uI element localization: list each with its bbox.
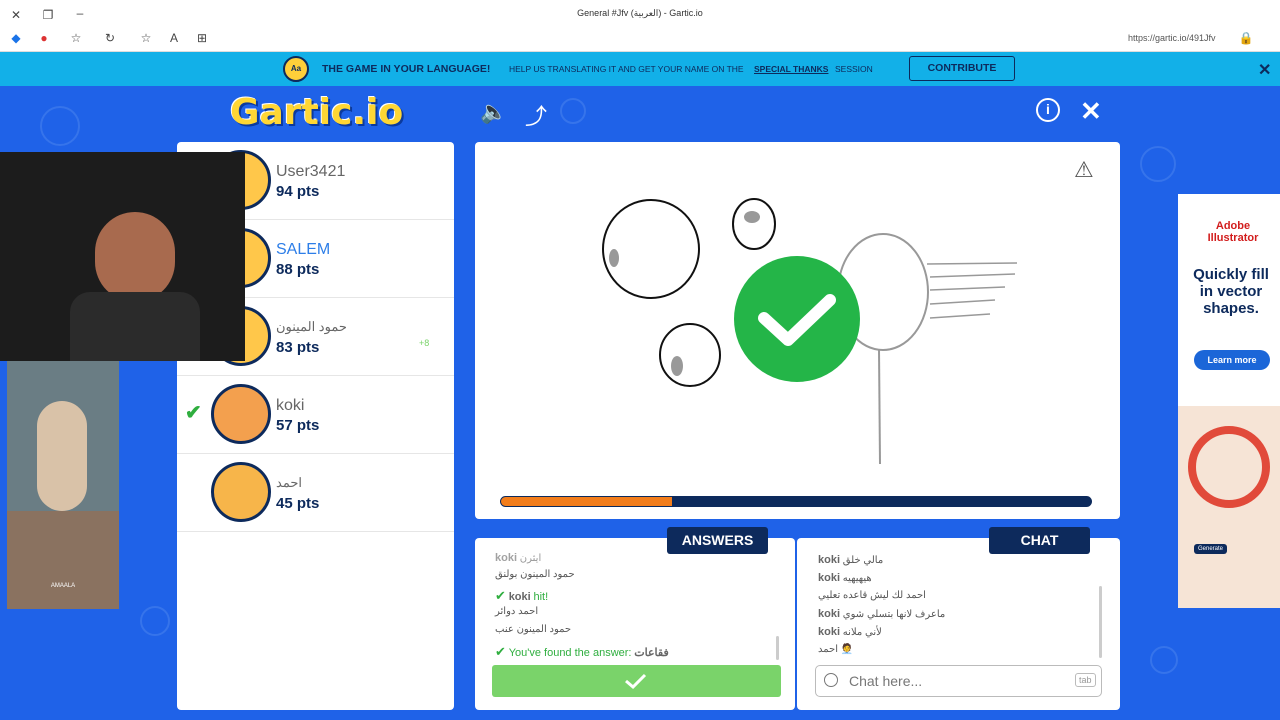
close-game-icon[interactable]: ✕ [1080, 96, 1102, 127]
answer-message: ✔ You've found the answer: فقاعات [495, 644, 669, 659]
video-overlay: AMAALA [7, 361, 119, 609]
chat-message: koki لأني ملانه [818, 626, 882, 638]
player-points: 94 pts [276, 183, 320, 200]
answer-input-disabled[interactable] [492, 665, 781, 697]
ad-cta-button[interactable]: Learn more [1194, 350, 1270, 370]
points-bonus: +8 [419, 338, 430, 348]
sound-icon[interactable]: 🔈 [480, 99, 507, 125]
edge-icon[interactable]: ◆ [8, 31, 24, 45]
apps-icon[interactable]: ⊞ [194, 31, 210, 45]
tab-key-hint: tab [1075, 673, 1096, 687]
player-points: 88 pts [276, 261, 320, 278]
chat-bubble-icon [824, 673, 838, 687]
chat-message: koki هيهيهيه [818, 572, 872, 584]
tab-chat[interactable]: CHAT [989, 527, 1090, 554]
address-bar[interactable]: https://gartic.io/491Jfv [1128, 33, 1216, 43]
answers-scrollbar[interactable] [776, 636, 779, 660]
restore-window-icon[interactable]: ❐ [40, 8, 56, 22]
video-caption: AMAALA [50, 583, 76, 589]
lock-icon: 🔒 [1238, 31, 1254, 45]
special-thanks-link[interactable]: SPECIAL THANKS [754, 64, 828, 74]
correct-answer-icon [734, 256, 860, 382]
ad-headline: Quickly fill in vector shapes. [1193, 266, 1269, 317]
translate-icon: Aa [283, 56, 309, 82]
chat-message: koki ماعرف لانها بتسلي شوي [818, 608, 946, 620]
player-name: احمد [276, 475, 302, 490]
ad-brand: Adobe Illustrator [1207, 220, 1259, 244]
chat-placeholder: Chat here... [849, 673, 923, 689]
player-name: حمود المينون [276, 319, 347, 334]
round-progress-bar [500, 496, 1092, 507]
hit-check-icon: ✔ [495, 588, 506, 603]
round-progress-fill [501, 497, 673, 506]
player-name: SALEM [276, 241, 331, 258]
favorites-icon[interactable]: ☆ [68, 31, 84, 45]
translation-banner: Aa THE GAME IN YOUR LANGUAGE! HELP US TR… [0, 52, 1280, 86]
extension-icon[interactable]: ● [36, 31, 52, 45]
answer-message: احمد دوائر [495, 606, 539, 617]
close-banner-icon[interactable]: ✕ [1258, 60, 1271, 80]
minimize-window-icon[interactable]: – [72, 6, 88, 20]
guessed-check-icon: ✔ [185, 402, 202, 424]
ad-generate-label: Generate [1194, 544, 1228, 554]
refresh-icon[interactable]: ↻ [102, 31, 118, 45]
banner-text-end: SESSION [835, 64, 873, 74]
answer-message: حمود المينون عنب [495, 624, 572, 635]
chat-message: احمد 🧑‍💼 [818, 644, 854, 655]
player-name: User3421 [276, 163, 346, 180]
answer-message: ✔ koki hit! [495, 588, 549, 603]
contribute-button[interactable]: CONTRIBUTE [909, 56, 1015, 81]
bookmark-icon[interactable]: ☆ [138, 31, 154, 45]
close-window-icon[interactable]: ✕ [8, 8, 24, 22]
player-name: koki [276, 397, 305, 414]
chat-message: احمد لك ليش قاعده تعليي [818, 590, 926, 601]
share-icon[interactable]: ⤴ [525, 99, 547, 131]
info-icon[interactable]: i [1036, 98, 1060, 122]
browser-toolbar: ✕ ❐ – General #Jfv (العربية) - Gartic.io… [0, 0, 1280, 52]
chat-input[interactable]: Chat here... tab [815, 665, 1102, 697]
chat-scrollbar[interactable] [1099, 586, 1102, 658]
banner-headline: THE GAME IN YOUR LANGUAGE! [322, 63, 491, 75]
ad-banner[interactable]: Adobe Illustrator Quickly fill in vector… [1178, 194, 1280, 608]
check-icon [625, 673, 647, 690]
chat-message: koki مالي خلق [818, 554, 884, 566]
webcam-overlay [0, 152, 245, 361]
read-aloud-icon[interactable]: A [166, 31, 182, 45]
banner-text: HELP US TRANSLATING IT AND GET YOUR NAME… [509, 64, 744, 74]
player-points: 45 pts [276, 495, 320, 512]
report-warning-icon[interactable]: ⚠ [1074, 157, 1094, 183]
player-row[interactable]: احمد 45 pts [177, 454, 454, 532]
answer-message: koki ايثرن [495, 552, 542, 564]
player-points: 83 pts [276, 339, 320, 356]
tab-answers[interactable]: ANSWERS [667, 527, 768, 554]
player-row[interactable]: ✔ koki 57 pts [177, 376, 454, 454]
player-points: 57 pts [276, 417, 320, 434]
found-check-icon: ✔ [495, 644, 506, 659]
answer-message: حمود المينون بولنق [495, 569, 575, 580]
avatar [211, 462, 271, 522]
avatar [211, 384, 271, 444]
window-title: General #Jfv (العربية) - Gartic.io [577, 8, 703, 18]
gartic-logo: Gartic.io [230, 92, 404, 133]
